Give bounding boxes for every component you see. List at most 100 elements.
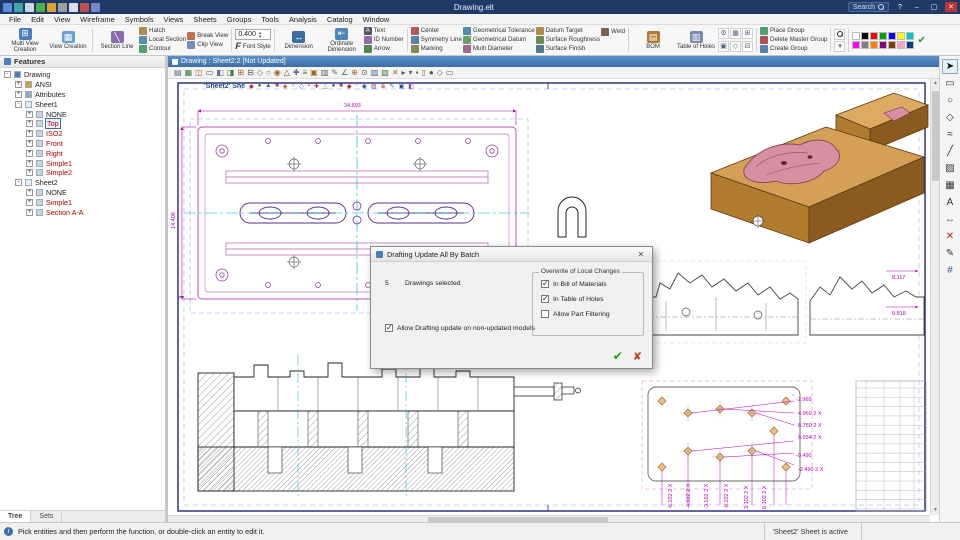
pencil-tool-icon[interactable]: ✎ (942, 246, 958, 261)
close-button[interactable]: ✕ (945, 2, 957, 12)
drawing-area[interactable]: 'Sheet2' She ◆●▲■◈○◇▪✚△●■◆▫◉▨⊕✎▣◧ Drafti… (168, 79, 930, 515)
menu-file[interactable]: File (4, 14, 26, 25)
dimension-tool-icon[interactable]: ↔ (942, 212, 958, 227)
scrollbar-thumb[interactable] (428, 517, 608, 522)
color-swatch[interactable] (852, 41, 860, 49)
select-arrow-icon[interactable]: ➤ (942, 59, 958, 74)
scroll-up-icon[interactable]: ▲ (931, 79, 940, 88)
titlebar-app-icon[interactable] (14, 3, 23, 12)
tree-item-iso2[interactable]: +ISO2 (0, 129, 165, 139)
canvas-tool-icon[interactable]: ≡ (303, 67, 308, 79)
color-swatch[interactable] (897, 32, 905, 40)
annotation-symbol-icon[interactable]: ✎ (390, 83, 395, 90)
scrollbar-thumb[interactable] (932, 91, 939, 181)
color-swatch[interactable] (852, 32, 860, 40)
titlebar-app-icon[interactable] (25, 3, 34, 12)
color-swatch[interactable] (906, 41, 914, 49)
delete-tool-icon[interactable]: ✕ (942, 229, 958, 244)
color-swatch[interactable] (888, 41, 896, 49)
canvas-tool-icon[interactable]: ○ (266, 67, 271, 79)
tab-tree[interactable]: Tree (0, 511, 31, 522)
menu-tools[interactable]: Tools (256, 14, 284, 25)
canvas-tool-icon[interactable]: ▥ (321, 67, 329, 79)
circle-tool-icon[interactable]: ○ (942, 93, 958, 108)
hatch-tool-icon[interactable]: ▨ (942, 161, 958, 176)
place-group-button[interactable]: Place Group (760, 27, 827, 35)
geometrical-datum-button[interactable]: Geometrical Datum (463, 36, 535, 44)
annotation-symbol-icon[interactable]: ◆ (347, 83, 352, 90)
section-line-button[interactable]: Section Line (96, 30, 138, 51)
menu-catalog[interactable]: Catalog (322, 14, 358, 25)
dimension-button[interactable]: Dimension (278, 30, 320, 51)
annotation-symbol-icon[interactable]: ■ (339, 83, 343, 90)
multi-diameter-button[interactable]: Multi Diameter (463, 45, 535, 53)
annotation-symbol-icon[interactable]: ⊕ (381, 83, 386, 90)
document-header[interactable]: Drawing : Sheet2:2 [Not Updated] (168, 56, 939, 67)
canvas-tool-icon[interactable]: ✚ (293, 67, 300, 79)
ribbon-mini-icon[interactable]: ▦ (730, 28, 741, 39)
tree-item-ansi[interactable]: +ANSI (0, 80, 165, 90)
color-swatch[interactable] (870, 32, 878, 40)
canvas-tool-icon[interactable]: ◇ (257, 67, 263, 79)
line-tool-icon[interactable]: ╱ (942, 144, 958, 159)
text-button[interactable]: AText (364, 27, 404, 35)
titlebar-search-box[interactable]: Search (848, 2, 889, 12)
color-swatch[interactable] (861, 32, 869, 40)
maximize-button[interactable]: ▢ (928, 2, 940, 12)
spline-tool-icon[interactable]: ≈ (942, 127, 958, 142)
annotation-symbol-icon[interactable]: ■ (275, 83, 279, 90)
canvas-tool-icon[interactable]: ▪ (416, 67, 419, 79)
tree-item-simple1[interactable]: +Simple1 (0, 197, 165, 207)
tree-item-none[interactable]: +NONE (0, 188, 165, 198)
color-swatch[interactable] (888, 32, 896, 40)
scroll-down-icon[interactable]: ▼ (931, 506, 940, 515)
ribbon-mini-icon[interactable]: ⚙ (718, 28, 729, 39)
canvas-tool-icon[interactable]: ▭ (206, 67, 214, 79)
tree-item-sheet2[interactable]: -Sheet2 (0, 178, 165, 188)
annotation-symbol-icon[interactable]: ▫ (355, 83, 357, 90)
tree-item-sheet1[interactable]: -Sheet1 (0, 99, 165, 109)
annotation-symbol-icon[interactable]: ◉ (362, 83, 367, 90)
color-swatch[interactable] (870, 41, 878, 49)
tree-item-section-a-a[interactable]: +Section A-A (0, 207, 165, 217)
annotation-symbol-icon[interactable]: ◈ (283, 83, 288, 90)
table-of-holes-checkbox[interactable]: In Table of Holes (541, 295, 643, 303)
canvas-tool-icon[interactable]: ▤ (174, 67, 182, 79)
dialog-close-button[interactable]: ✕ (635, 250, 647, 259)
horizontal-scrollbar[interactable] (168, 515, 930, 522)
cancel-button[interactable]: ✘ (633, 350, 642, 363)
annotation-symbol-icon[interactable]: ▨ (371, 83, 377, 90)
canvas-tool-icon[interactable]: ▭ (446, 67, 454, 79)
canvas-tool-icon[interactable]: ▣ (310, 67, 318, 79)
geometrical-tolerance-button[interactable]: Geometrical Tolerance (463, 27, 535, 35)
grid-tool-icon[interactable]: ▦ (942, 178, 958, 193)
font-style-button[interactable]: F Font Style (235, 41, 270, 51)
text-tool-icon[interactable]: A (942, 195, 958, 210)
annotation-symbol-icon[interactable]: △ (323, 83, 328, 90)
tree-item-front[interactable]: +Front (0, 139, 165, 149)
canvas-tool-icon[interactable]: ⊟ (247, 67, 254, 79)
tree-item-none[interactable]: +NONE (0, 109, 165, 119)
id-number-button[interactable]: ID Number (364, 36, 404, 44)
multi-view-creation-button[interactable]: Multi View Creation (4, 27, 46, 54)
weld-button[interactable]: Weld (601, 28, 625, 36)
titlebar-app-icon[interactable] (3, 3, 12, 12)
dialog-title-bar[interactable]: Drafting Update All By Batch ✕ (371, 247, 652, 262)
view-creation-button[interactable]: View Creation (47, 30, 89, 51)
canvas-tool-icon[interactable]: ▨ (371, 67, 379, 79)
center-button[interactable]: Center (411, 27, 462, 35)
annotation-symbol-icon[interactable]: ● (258, 83, 262, 90)
apply-color-button[interactable]: ✔ (915, 35, 927, 46)
canvas-tool-icon[interactable]: ▧ (381, 67, 389, 79)
ribbon-mini-icon[interactable]: ◇ (730, 41, 741, 52)
tree-item-right[interactable]: +Right (0, 148, 165, 158)
menu-wireframe[interactable]: Wireframe (75, 14, 120, 25)
annotation-symbol-icon[interactable]: ◆ (249, 83, 254, 90)
tree-item-top[interactable]: +Top (0, 119, 165, 129)
contour-button[interactable]: Contour (139, 45, 186, 53)
bom-button[interactable]: BOM (632, 30, 674, 51)
canvas-tool-icon[interactable]: ⊙ (361, 67, 368, 79)
arrow-button[interactable]: Arrow (364, 45, 404, 53)
canvas-tool-icon[interactable]: ◫ (195, 67, 203, 79)
ok-button[interactable]: ✔ (613, 349, 623, 363)
